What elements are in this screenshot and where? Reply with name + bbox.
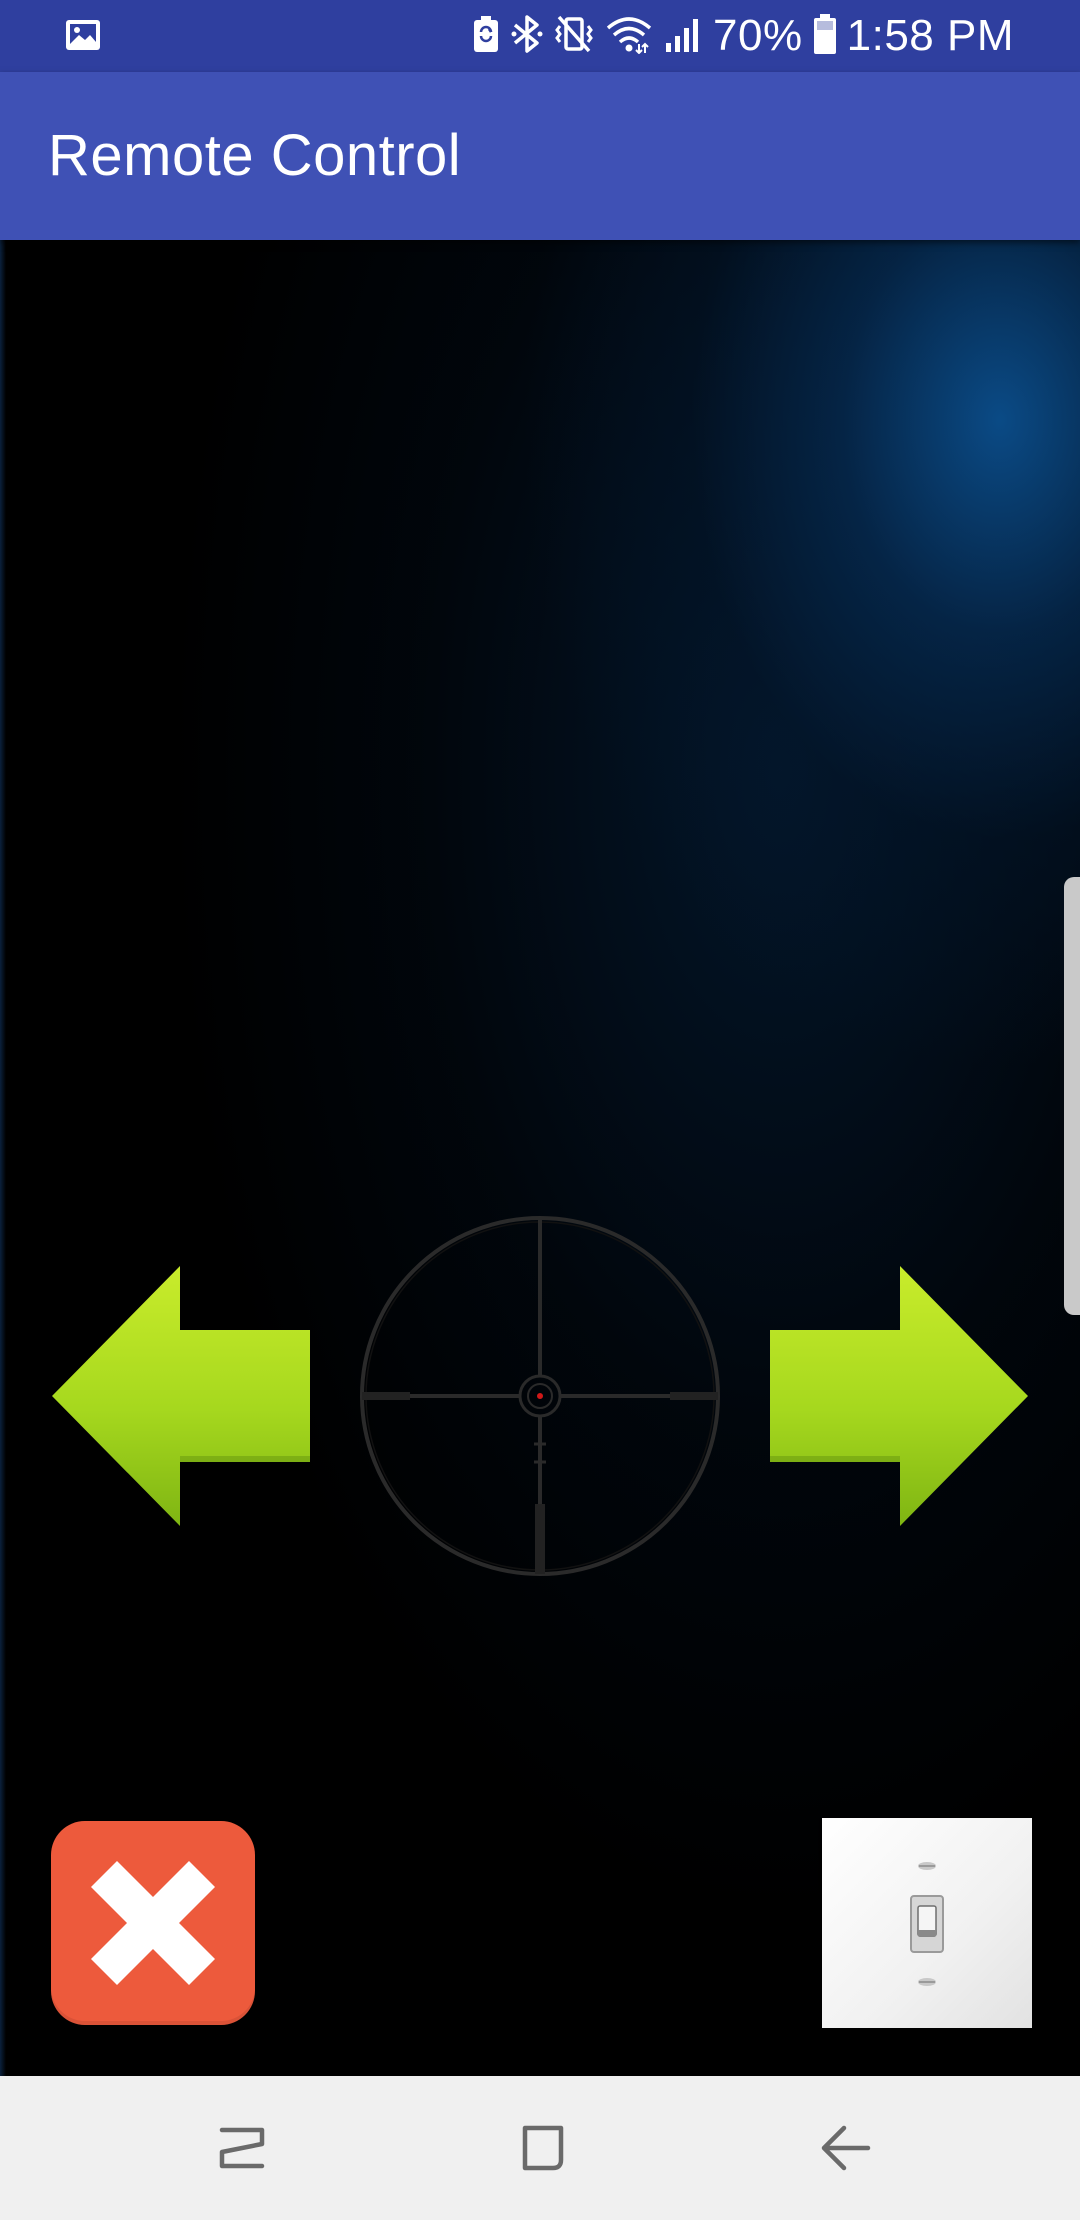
stop-button[interactable] <box>51 1821 255 2025</box>
status-bar: 70% 1:58 PM <box>0 0 1080 72</box>
edge-panel-handle[interactable] <box>1064 877 1080 1315</box>
battery-saver-icon <box>471 14 501 59</box>
clock-text: 1:58 PM <box>846 11 1014 60</box>
arrow-left-icon <box>52 1266 310 1526</box>
signal-icon <box>663 14 703 59</box>
battery-percent-text: 70% <box>713 11 803 60</box>
back-icon <box>821 2125 871 2171</box>
status-left-icons <box>64 16 102 59</box>
app-title: Remote Control <box>48 123 462 188</box>
battery-icon <box>813 13 837 60</box>
home-icon <box>522 2125 564 2171</box>
app-bar: Remote Control <box>0 72 1080 240</box>
vibrate-mute-icon <box>553 13 595 60</box>
back-button[interactable] <box>756 2076 936 2220</box>
gallery-notification-icon <box>64 16 102 59</box>
crosshair-icon <box>360 1216 720 1576</box>
arrow-right-icon <box>770 1266 1028 1526</box>
turn-left-button[interactable] <box>52 1266 312 1526</box>
recents-button[interactable] <box>152 2076 332 2220</box>
home-button[interactable] <box>453 2076 633 2220</box>
wifi-icon <box>605 14 653 59</box>
remote-control-pad <box>0 240 1080 2076</box>
aim-target-button[interactable] <box>358 1214 722 1578</box>
status-right-group: 70% 1:58 PM <box>471 10 1014 62</box>
recents-icon <box>219 2127 265 2169</box>
close-x-icon <box>91 1861 215 1985</box>
toggle-switch-icon <box>910 1862 944 1986</box>
system-nav-bar <box>0 2076 1080 2220</box>
turn-right-button[interactable] <box>768 1266 1028 1526</box>
bluetooth-icon <box>511 13 543 60</box>
screen: 70% 1:58 PM Remote Control <box>0 0 1080 2220</box>
power-switch[interactable] <box>822 1818 1032 2028</box>
